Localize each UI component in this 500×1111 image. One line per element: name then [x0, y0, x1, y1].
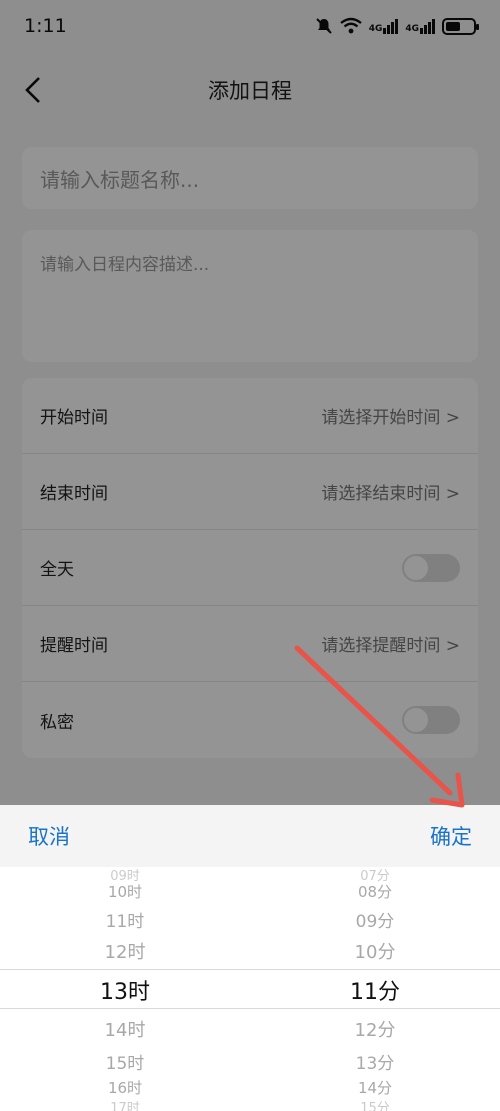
minute-option-selected: 11分 — [350, 980, 400, 1005]
watermark: Bai 经验 — [400, 1071, 492, 1101]
minute-option: 08分 — [357, 883, 393, 901]
hour-wheel[interactable]: 09时 10时 11时 12时 13时 14时 15时 16时 17时 — [0, 867, 250, 1111]
hour-option: 17时 — [110, 1101, 140, 1111]
hour-option: 14时 — [104, 1020, 146, 1041]
picker-toolbar: 取消 确定 — [0, 805, 500, 867]
hour-option: 12时 — [104, 942, 146, 963]
hour-option: 10时 — [107, 883, 143, 901]
cancel-button[interactable]: 取消 — [28, 821, 70, 851]
modal-overlay[interactable] — [0, 0, 500, 805]
hour-option: 15时 — [105, 1054, 145, 1074]
minute-option: 09分 — [355, 912, 395, 932]
hour-option-selected: 13时 — [100, 980, 150, 1005]
hour-option: 16时 — [107, 1079, 143, 1097]
time-picker-sheet: 取消 确定 09时 10时 11时 12时 13时 14时 15时 16时 17… — [0, 805, 500, 1111]
watermark-text: Bai 经验 — [434, 1079, 492, 1095]
watermark-logo-icon — [400, 1071, 431, 1101]
minute-option: 12分 — [354, 1020, 396, 1041]
hour-option: 11时 — [105, 912, 145, 932]
confirm-button[interactable]: 确定 — [430, 821, 472, 851]
minute-option: 10分 — [354, 942, 396, 963]
